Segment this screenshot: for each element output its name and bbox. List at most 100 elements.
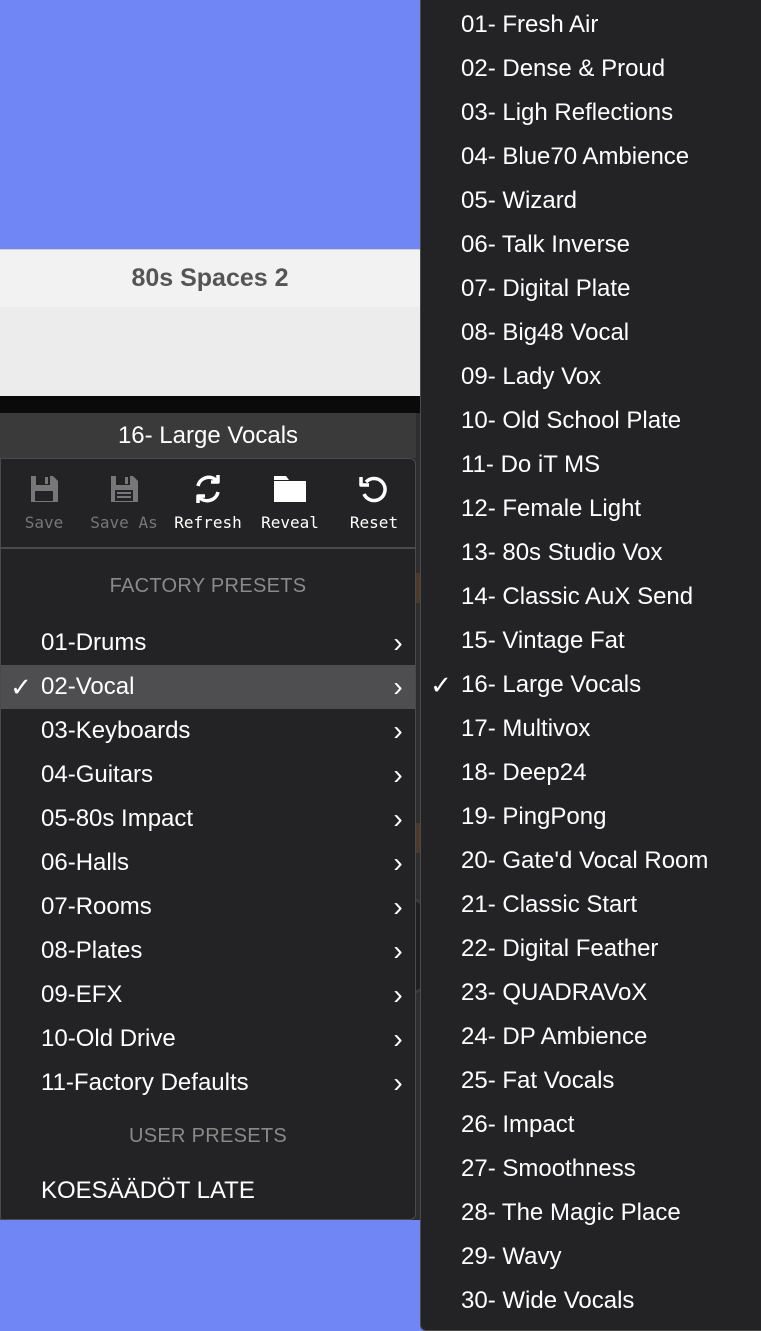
category-label: 05-80s Impact (41, 805, 194, 832)
save-as-button[interactable]: Save As (83, 469, 165, 549)
preset-label: 09- Lady Vox (461, 363, 602, 390)
preset-item[interactable]: 04- Blue70 Ambience (421, 135, 761, 179)
preset-item[interactable]: 15- Vintage Fat (421, 619, 761, 663)
preset-label: 30- Wide Vocals (461, 1287, 635, 1314)
preset-item[interactable]: ✓ 16- Large Vocals (421, 663, 761, 707)
preset-item[interactable]: 28- The Magic Place (421, 1191, 761, 1235)
preset-submenu: 01- Fresh Air 02- Dense & Proud 03- Ligh R… (420, 0, 761, 1331)
category-label: 07-Rooms (41, 893, 152, 920)
preset-item[interactable]: 24- DP Ambience (421, 1015, 761, 1059)
preset-label: 20- Gate'd Vocal Room (461, 847, 709, 874)
preset-item[interactable]: 02- Dense & Proud (421, 47, 761, 91)
refresh-icon (167, 469, 249, 509)
checkmark-icon: ✓ (10, 671, 32, 702)
preset-item[interactable]: 25- Fat Vocals (421, 1059, 761, 1103)
user-preset-item[interactable]: KOESÄÄDÖT LATE (1, 1169, 415, 1213)
preset-item[interactable]: 19- PingPong (421, 795, 761, 839)
preset-item[interactable]: 07- Digital Plate (421, 267, 761, 311)
preset-item[interactable]: 13- 80s Studio Vox (421, 531, 761, 575)
reset-label: Reset (349, 513, 399, 532)
floppy-disk-icon (3, 469, 85, 509)
category-label: 11-Factory Defaults (41, 1069, 249, 1096)
preset-item[interactable]: 21- Classic Start (421, 883, 761, 927)
category-item[interactable]: 08-Plates › (1, 929, 415, 973)
preset-item[interactable]: 27- Smoothness (421, 1147, 761, 1191)
preset-item[interactable]: 29- Wavy (421, 1235, 761, 1279)
preset-item[interactable]: 10- Old School Plate (421, 399, 761, 443)
chevron-right-icon: › (393, 715, 403, 746)
preset-label: 22- Digital Feather (461, 935, 659, 962)
chevron-right-icon: › (393, 627, 403, 658)
chevron-right-icon: › (393, 1067, 403, 1098)
preset-item[interactable]: 05- Wizard (421, 179, 761, 223)
save-button[interactable]: Save (3, 469, 85, 549)
preset-label: 19- PingPong (461, 803, 607, 830)
preset-label: 24- DP Ambience (461, 1023, 648, 1050)
preset-item[interactable]: 26- Impact (421, 1103, 761, 1147)
category-item[interactable]: 10-Old Drive › (1, 1017, 415, 1061)
preset-item[interactable]: 03- Ligh Reflections (421, 91, 761, 135)
category-item[interactable]: ✓ 02-Vocal › (1, 665, 415, 709)
preset-item[interactable]: 06- Talk Inverse (421, 223, 761, 267)
preset-label: 12- Female Light (461, 495, 642, 522)
menu-divider (1, 547, 415, 549)
preset-item[interactable]: 11- Do iT MS (421, 443, 761, 487)
preset-item[interactable]: 09- Lady Vox (421, 355, 761, 399)
reveal-label: Reveal (261, 513, 319, 532)
preset-label: 15- Vintage Fat (461, 627, 625, 654)
checkmark-icon: ✓ (430, 669, 452, 700)
preset-label: 28- The Magic Place (461, 1199, 681, 1226)
refresh-button[interactable]: Refresh (167, 469, 249, 549)
preset-label: 14- Classic AuX Send (461, 583, 694, 610)
preset-toolbar: Save Save As Refresh Reveal Reset (1, 469, 415, 549)
category-item[interactable]: 11-Factory Defaults › (1, 1061, 415, 1105)
preset-label: 29- Wavy (461, 1243, 562, 1270)
category-item[interactable]: 06-Halls › (1, 841, 415, 885)
save-label: Save (24, 513, 64, 532)
refresh-label: Refresh (174, 513, 242, 532)
category-item[interactable]: 05-80s Impact › (1, 797, 415, 841)
preset-label: 13- 80s Studio Vox (461, 539, 663, 566)
category-item[interactable]: 03-Keyboards › (1, 709, 415, 753)
preset-item[interactable]: 12- Female Light (421, 487, 761, 531)
user-preset-label: KOESÄÄDÖT LATE (41, 1177, 255, 1204)
category-label: 06-Halls (41, 849, 130, 876)
preset-label: 18- Deep24 (461, 759, 587, 786)
preset-item[interactable]: 22- Digital Feather (421, 927, 761, 971)
category-item[interactable]: 09-EFX › (1, 973, 415, 1017)
current-preset-header[interactable]: 16- Large Vocals (0, 413, 416, 458)
preset-label: 06- Talk Inverse (461, 231, 630, 258)
chevron-right-icon: › (393, 847, 403, 878)
preset-item[interactable]: 14- Classic AuX Send (421, 575, 761, 619)
preset-label: 25- Fat Vocals (461, 1067, 615, 1094)
preset-item[interactable]: 08- Big48 Vocal (421, 311, 761, 355)
preset-item[interactable]: 20- Gate'd Vocal Room (421, 839, 761, 883)
floppy-disk-lines-icon (83, 469, 165, 509)
reveal-button[interactable]: Reveal (249, 469, 331, 549)
preset-item[interactable]: 01- Fresh Air (421, 3, 761, 47)
chevron-right-icon: › (393, 935, 403, 966)
window-title-text: 80s Spaces 2 (131, 264, 289, 292)
reset-button[interactable]: Reset (333, 469, 415, 549)
current-preset-name: 16- Large Vocals (117, 421, 299, 449)
category-label: 04-Guitars (41, 761, 154, 788)
chevron-right-icon: › (393, 803, 403, 834)
preset-label: 27- Smoothness (461, 1155, 636, 1182)
category-item[interactable]: 01-Drums › (1, 621, 415, 665)
preset-item[interactable]: 18- Deep24 (421, 751, 761, 795)
preset-label: 03- Ligh Reflections (461, 99, 674, 126)
chevron-right-icon: › (393, 891, 403, 922)
reset-icon (333, 469, 415, 509)
preset-item[interactable]: 23- QUADRAVoX (421, 971, 761, 1015)
preset-label: 08- Big48 Vocal (461, 319, 630, 346)
preset-label: 05- Wizard (461, 187, 578, 214)
preset-item[interactable]: 17- Multivox (421, 707, 761, 751)
category-item[interactable]: 04-Guitars › (1, 753, 415, 797)
preset-label: 04- Blue70 Ambience (461, 143, 690, 170)
preset-label: 23- QUADRAVoX (461, 979, 648, 1006)
preset-label: 11- Do iT MS (461, 451, 601, 478)
window-divider (0, 396, 420, 413)
preset-item[interactable]: 30- Wide Vocals (421, 1279, 761, 1323)
folder-icon (249, 469, 331, 509)
category-item[interactable]: 07-Rooms › (1, 885, 415, 929)
